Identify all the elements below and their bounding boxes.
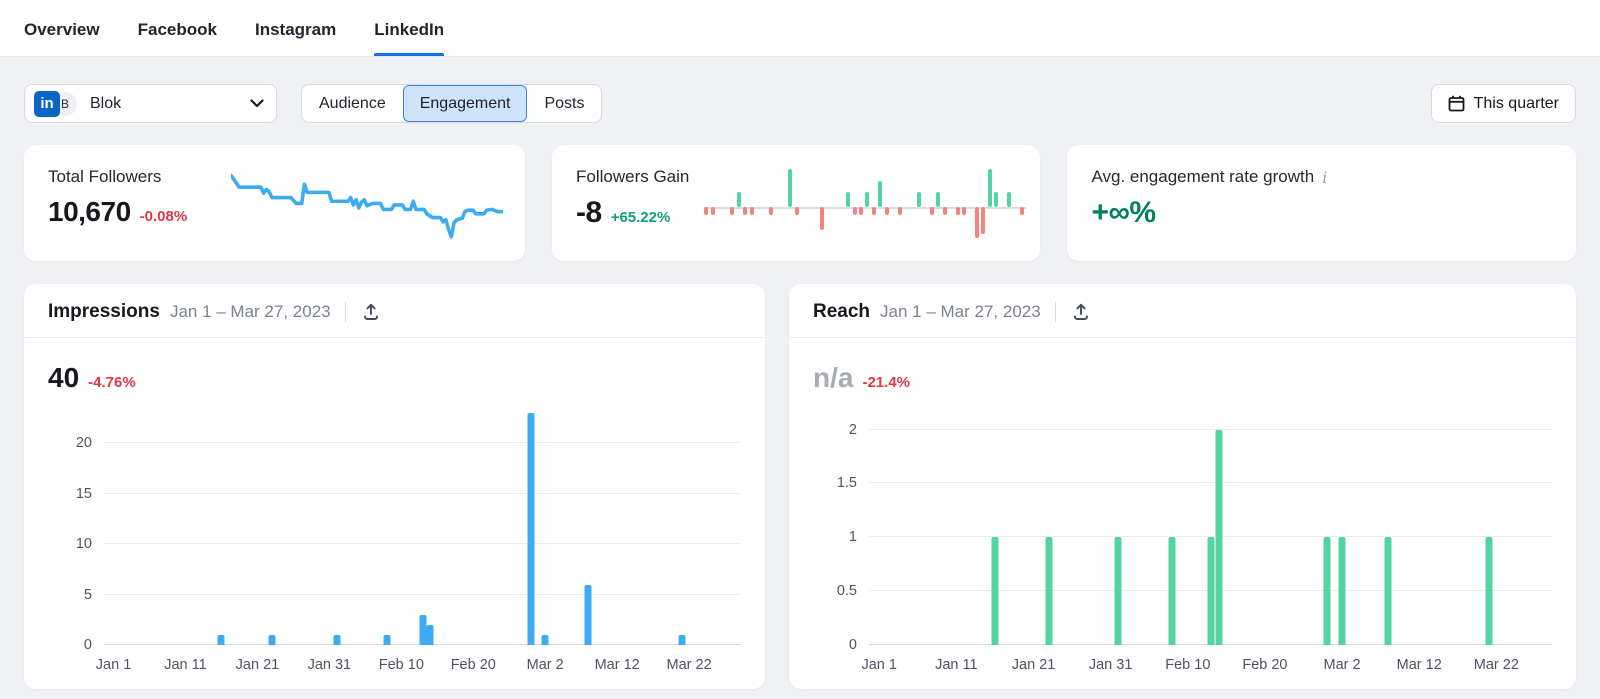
followers-gain-value: -8 — [576, 196, 602, 230]
profile-select[interactable]: in B Blok — [24, 84, 277, 123]
bar-mar-21[interactable] — [1485, 537, 1492, 645]
reach-title: Reach — [813, 301, 870, 323]
bar-feb-13[interactable] — [1207, 537, 1214, 645]
tab-overview[interactable]: Overview — [24, 20, 100, 56]
total-followers-delta: -0.08% — [140, 208, 188, 225]
bar-jan-16[interactable] — [991, 537, 998, 645]
bar-feb-14[interactable] — [427, 625, 434, 645]
engagement-rate-label: Avg. engagement rate growth — [1091, 167, 1314, 187]
bar-feb-13[interactable] — [419, 615, 426, 645]
impressions-title: Impressions — [48, 301, 160, 323]
bar-mar-2[interactable] — [542, 635, 549, 645]
divider — [345, 302, 346, 322]
bar-mar-9[interactable] — [1385, 537, 1392, 645]
chevron-down-icon — [250, 99, 264, 108]
bar-mar-2[interactable] — [1339, 537, 1346, 645]
view-segmented-control: Audience Engagement Posts — [301, 84, 602, 123]
bar-jan-23[interactable] — [1045, 537, 1052, 645]
bar-feb-8[interactable] — [1169, 537, 1176, 645]
bar-feb-1[interactable] — [333, 635, 340, 645]
controls-row: in B Blok Audience Engagement Posts This… — [0, 84, 1600, 123]
reach-card: Reach Jan 1 – Mar 27, 2023 n/a -21.4% 00… — [789, 284, 1576, 689]
total-followers-sparkline — [231, 165, 503, 239]
segment-posts[interactable]: Posts — [527, 85, 601, 122]
followers-gain-delta: +65.22% — [611, 209, 671, 226]
export-icon[interactable] — [1070, 301, 1092, 323]
date-range-label: This quarter — [1474, 95, 1559, 113]
calendar-icon — [1448, 95, 1465, 112]
linkedin-icon: in — [34, 91, 60, 117]
charts-row: Impressions Jan 1 – Mar 27, 2023 40 -4.7… — [0, 284, 1600, 689]
tab-facebook[interactable]: Facebook — [138, 20, 217, 56]
impressions-date-range: Jan 1 – Mar 27, 2023 — [170, 302, 331, 322]
impressions-chart: 05101520 Jan 1Jan 11Jan 21Jan 31Feb 10Fe… — [24, 394, 765, 689]
channel-tabs: Overview Facebook Instagram LinkedIn — [24, 0, 444, 56]
total-followers-value: 10,670 — [48, 196, 131, 228]
bar-feb-28[interactable] — [527, 413, 534, 645]
tab-linkedin[interactable]: LinkedIn — [374, 20, 444, 56]
info-icon[interactable]: i — [1322, 168, 1327, 187]
top-tab-bar: Overview Facebook Instagram LinkedIn — [0, 0, 1600, 57]
reach-value: n/a — [813, 362, 853, 394]
tab-instagram[interactable]: Instagram — [255, 20, 336, 56]
reach-chart: 00.511.52 Jan 1Jan 11Jan 21Jan 31Feb 10F… — [789, 394, 1576, 689]
impressions-delta: -4.76% — [88, 374, 136, 391]
bar-jan-23[interactable] — [268, 635, 275, 645]
reach-delta: -21.4% — [862, 374, 910, 391]
bar-feb-8[interactable] — [383, 635, 390, 645]
followers-gain-card: Followers Gain -8 +65.22% — [552, 145, 1040, 261]
engagement-rate-value: +∞% — [1091, 196, 1155, 230]
followers-gain-sparkline — [704, 161, 1026, 245]
kpi-row: Total Followers 10,670 -0.08% Followers … — [0, 145, 1600, 261]
impressions-value: 40 — [48, 362, 79, 394]
segment-engagement[interactable]: Engagement — [403, 85, 528, 122]
bar-feb-1[interactable] — [1115, 537, 1122, 645]
divider — [1055, 302, 1056, 322]
bar-mar-21[interactable] — [678, 635, 685, 645]
bar-mar-9[interactable] — [585, 585, 592, 646]
bar-feb-28[interactable] — [1323, 537, 1330, 645]
bar-feb-14[interactable] — [1215, 430, 1222, 645]
segment-audience[interactable]: Audience — [302, 85, 403, 122]
profile-name: Blok — [90, 95, 250, 113]
export-icon[interactable] — [360, 301, 382, 323]
impressions-card: Impressions Jan 1 – Mar 27, 2023 40 -4.7… — [24, 284, 765, 689]
bar-jan-16[interactable] — [218, 635, 225, 645]
engagement-rate-card: Avg. engagement rate growth i +∞% — [1067, 145, 1576, 261]
date-range-button[interactable]: This quarter — [1431, 84, 1576, 123]
reach-date-range: Jan 1 – Mar 27, 2023 — [880, 302, 1041, 322]
total-followers-card: Total Followers 10,670 -0.08% — [24, 145, 525, 261]
